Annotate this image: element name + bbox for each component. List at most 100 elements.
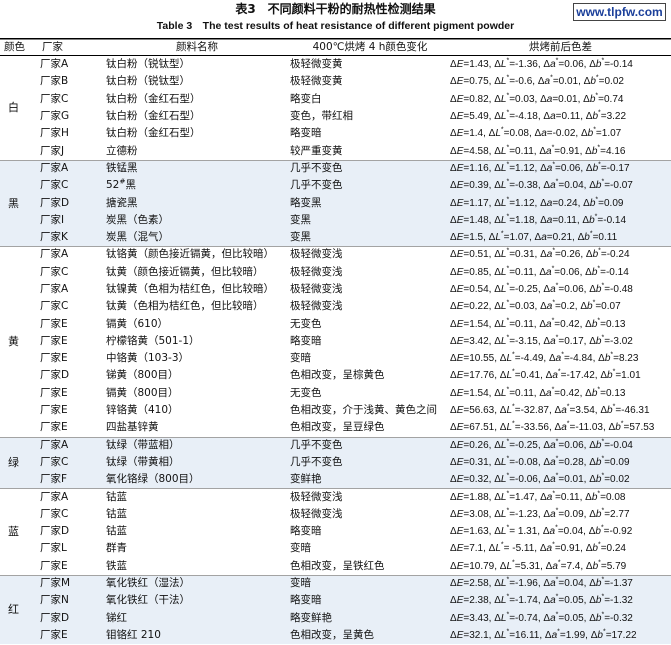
table-row: 厂家E 镉黄（610） 无变色 ΔE=1.54, ΔL*=0.11, Δa*=0.42…: [0, 315, 671, 332]
pigment-name-cell: 钴蓝: [106, 507, 127, 520]
table-row: 厂家K 炭黑（混气） 变黑 ΔE=1.5, ΔL*=1.07, Δa=0.21, Δb…: [0, 228, 671, 247]
pigment-name-cell: 钛白粉（金红石型）: [106, 92, 201, 105]
color-difference-cell: ΔE=0.32, ΔL*=-0.06, Δa*=0.01, Δb*=0.02: [450, 471, 671, 489]
color-change-cell: 无变色: [290, 317, 322, 330]
pigment-name-cell: 钛白粉（金红石型）: [106, 127, 201, 140]
color-difference-cell: ΔE=3.42, ΔL*=-3.15, Δa*=0.17, Δb*=-3.02: [450, 334, 633, 347]
pigment-name-cell: 镉黄（800目）: [106, 386, 179, 399]
pigment-name-cell: 氧化铁红（湿法）: [104, 574, 290, 593]
color-change-cell: 略变黑: [290, 194, 450, 212]
color-difference-cell: ΔE=0.85, ΔL*=0.11, Δa*=0.06, Δb*=-0.14: [450, 265, 629, 278]
pigment-name-cell: 柠檬铬黄（501-1）: [106, 334, 200, 347]
table-row: 厂家E 铁蓝 色相改变，呈铁红色 ΔE=10.79, ΔL*=5.31, Δa*=7.…: [0, 558, 671, 575]
maker-cell: 厂家A: [34, 246, 104, 263]
maker-cell: 厂家E: [34, 626, 104, 645]
maker-cell: 厂家I: [34, 211, 104, 229]
color-difference-cell: ΔE=0.31, ΔL*=-0.08, Δa*=0.28, Δb*=0.09: [450, 453, 671, 472]
table-row: 厂家C 52#黑 几乎不变色 ΔE=0.39, ΔL*=-0.38, Δa*=0.04…: [0, 177, 671, 195]
color-difference-cell: ΔE=0.51, ΔL*=0.31, Δa*=0.26, Δb*=-0.24: [450, 246, 671, 263]
color-change-cell: 变色，带红相: [290, 110, 353, 123]
color-change-cell: 略变白: [290, 92, 322, 105]
pigment-name-cell: 锑黄（800目）: [106, 369, 179, 382]
color-difference-cell: ΔE=1.54, ΔL*=0.11, Δa*=0.42, Δb*=0.13: [450, 386, 626, 399]
pigment-name-cell: 搪瓷黑: [104, 194, 290, 212]
maker-cell: 厂家C: [40, 265, 69, 278]
table-row: 厂家E 镉黄（800目） 无变色 ΔE=1.54, ΔL*=0.11, Δa*=0.4…: [0, 385, 671, 402]
maker-cell: 厂家B: [40, 75, 69, 88]
color-change-cell: 几乎不变色: [290, 436, 450, 454]
results-table-body: 白厂家A 钛白粉（锐钛型） 极轻微变黄 ΔE=1.43, ΔL*=-1.36, Δa*…: [0, 56, 671, 645]
color-change-cell: 极轻微变浅: [290, 265, 343, 278]
color-difference-cell: ΔE=1.63, ΔL*= 1.31, Δa*=0.04, Δb*=-0.92: [450, 524, 633, 538]
header-color-difference: 烘烤前后色差: [450, 38, 671, 56]
color-change-cell: 色相改变，介于浅黄、黄色之间: [290, 404, 437, 417]
color-change-cell: 色相改变，呈铁红色: [290, 559, 385, 572]
pigment-name-cell: 氧化铬绿（800目）: [104, 471, 290, 489]
table-row: 厂家D 锑黄（800目） 色相改变，呈棕黄色 ΔE=17.76, ΔL*=0.41, …: [0, 367, 671, 384]
pigment-name-cell: 锑红: [104, 609, 290, 627]
color-change-cell: 极轻微变浅: [290, 507, 343, 520]
color-difference-cell: ΔE=10.79, ΔL*=5.31, Δa*=7.4, Δb*=5.79: [450, 559, 627, 572]
table-row: 厂家C 钛绿（带黄相） 几乎不变色 ΔE=0.31, ΔL*=-0.08, Δa*=0…: [0, 453, 671, 472]
maker-cell: 厂家D: [34, 194, 104, 212]
maker-cell: 厂家A: [34, 488, 104, 505]
maker-cell: 厂家G: [40, 110, 70, 123]
pigment-name-cell: 钛白粉（锐钛型）: [106, 75, 190, 88]
maker-cell: 厂家A: [40, 283, 69, 295]
maker-cell: 厂家E: [40, 317, 68, 330]
table-row: 厂家C 钛黄（色相为桔红色，但比较暗） 极轻微变浅 ΔE=0.22, ΔL*=0.03…: [0, 298, 671, 315]
color-difference-cell: ΔE=2.58, ΔL*=-1.96, Δa*=0.04, Δb*=-1.37: [450, 574, 671, 593]
maker-cell: 厂家D: [34, 609, 104, 627]
color-difference-cell: ΔE=67.51, ΔL*=-33.56, Δa*=-11.03, Δb*=57…: [450, 421, 655, 434]
color-change-cell: 色相改变，呈棕黄色: [290, 369, 385, 382]
color-difference-cell: ΔE=2.38, ΔL*=-1.74, Δa*=0.05, Δb*=-1.32: [450, 592, 671, 610]
color-change-cell: 极轻微变浅: [290, 488, 450, 505]
color-change-cell: 变黑: [290, 228, 450, 247]
table-row: 厂家L 群青 变暗 ΔE=7.1, ΔL*= -5.11, Δa*=0.91, Δb*…: [0, 540, 671, 557]
color-difference-cell: ΔE=1.88, ΔL*=1.47, Δa*=0.11, Δb*=0.08: [450, 488, 671, 505]
color-change-cell: 略变暗: [290, 334, 322, 347]
maker-cell: 厂家M: [34, 574, 104, 593]
maker-cell: 厂家N: [34, 592, 104, 610]
table-row: 厂家D 锑红 略变鲜艳 ΔE=3.43, ΔL*=-0.74, Δa*=0.05, Δ…: [0, 609, 671, 627]
table-row: 厂家C 钛白粉（金红石型） 略变白 ΔE=0.82, ΔL*=0.03, Δa=0.0…: [0, 91, 671, 108]
table-row: 厂家C 钴蓝 极轻微变浅 ΔE=3.08, ΔL*=-1.23, Δa*=0.09, …: [0, 506, 671, 523]
color-change-cell: 变黑: [290, 211, 450, 229]
maker-cell: 厂家E: [40, 334, 68, 347]
header-color-change: 400℃烘烤 4 h颜色变化: [290, 38, 450, 56]
pigment-name-cell: 四盐基锌黄: [106, 421, 159, 434]
maker-cell: 厂家H: [40, 127, 69, 140]
pigment-name-cell: 锌铬黄（410）: [106, 404, 179, 417]
table-row: 黑厂家A 铁锰黑 几乎不变色 ΔE=1.16, ΔL*=1.12, Δa*=0.06,…: [0, 159, 671, 247]
maker-cell: 厂家E: [40, 421, 68, 434]
table-row: 黄厂家A 钛铬黄（颜色接近镉黄，但比较暗） 极轻微变浅 ΔE=0.51, ΔL*=0.…: [0, 246, 671, 348]
site-watermark: www.tlpfw.com: [573, 3, 666, 21]
results-table: 颜色 厂家 颜料名称 400℃烘烤 4 h颜色变化 烘烤前后色差 白厂家A 钛白粉…: [0, 38, 671, 645]
maker-cell: 厂家E: [40, 352, 68, 365]
color-change-cell: 较严重变黄: [290, 144, 343, 157]
color-change-cell: 略变暗: [290, 525, 322, 538]
group-color-label: 黄: [0, 246, 34, 436]
pigment-name-cell: 群青: [106, 542, 127, 555]
group-color-label: 蓝: [0, 488, 34, 574]
color-difference-cell: ΔE=3.43, ΔL*=-0.74, Δa*=0.05, Δb*=-0.32: [450, 609, 671, 627]
maker-cell: 厂家A: [40, 58, 69, 71]
pigment-name-cell: 铁蓝: [106, 559, 127, 572]
color-change-cell: 极轻微变浅: [290, 246, 450, 263]
maker-cell: 厂家J: [40, 144, 65, 157]
table-row: 厂家C 钛黄（颜色接近镉黄，但比较暗） 极轻微变浅 ΔE=0.85, ΔL*=0.11…: [0, 264, 671, 281]
pigment-name-cell: 钼铬红 210: [104, 626, 290, 645]
color-change-cell: 无变色: [290, 386, 322, 399]
color-change-cell: 色相改变，呈豆绿色: [290, 421, 385, 434]
color-change-cell: 极轻微变黄: [290, 75, 343, 88]
pigment-name-cell: 炭黑（混气）: [104, 228, 290, 247]
color-difference-cell: ΔE=1.4, ΔL*=0.08, Δa=-0.02, Δb*=1.07: [450, 127, 622, 140]
color-difference-cell: ΔE=32.1, ΔL*=16.11, Δa*=1.99, Δb*=17.22: [450, 626, 671, 645]
table-row: 绿厂家A 钛绿（带蓝相） 几乎不变色 ΔE=0.26, ΔL*=-0.25, Δa*=…: [0, 436, 671, 489]
table-row: 蓝厂家A 钴蓝 极轻微变浅 ΔE=1.88, ΔL*=1.47, Δa*=0.11, …: [0, 488, 671, 538]
pigment-name-cell: 钴蓝: [104, 488, 290, 505]
table-caption-cn: 表3 不同颜料干粉的耐热性检测结果: [235, 2, 436, 16]
table-row: 厂家N 氧化铁红（干法） 略变暗 ΔE=2.38, ΔL*=-1.74, Δa*=0.…: [0, 592, 671, 610]
pigment-name-cell: 52#黑: [104, 177, 290, 195]
table-row: 厂家H 钛白粉（金红石型） 略变暗 ΔE=1.4, ΔL*=0.08, Δa=-0.0…: [0, 125, 671, 142]
